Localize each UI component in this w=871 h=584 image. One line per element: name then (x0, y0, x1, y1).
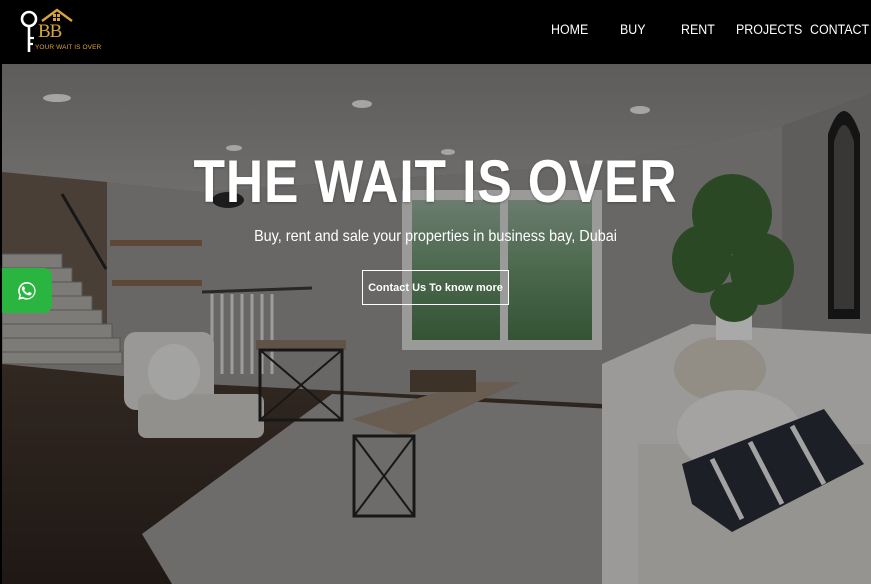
nav-contact[interactable]: CONTACT (810, 22, 869, 37)
top-navbar: BB YOUR WAIT IS OVER HOME BUY RENT PROJE… (0, 0, 871, 64)
contact-cta-button[interactable]: Contact Us To know more (362, 270, 509, 305)
hero-dark-overlay (2, 64, 871, 584)
brand-logo[interactable]: BB YOUR WAIT IS OVER (20, 8, 104, 56)
logo-tagline: YOUR WAIT IS OVER (35, 44, 102, 51)
whatsapp-icon (18, 281, 36, 300)
hero-subtitle: Buy, rent and sale your properties in bu… (254, 228, 617, 245)
nav-buy[interactable]: BUY (620, 22, 646, 37)
hero-banner (2, 64, 871, 584)
logo-initials: BB (38, 21, 62, 42)
hero-title: THE WAIT IS OVER (193, 148, 678, 215)
nav-projects[interactable]: PROJECTS (736, 22, 802, 37)
nav-home[interactable]: HOME (551, 22, 588, 37)
nav-rent[interactable]: RENT (681, 22, 715, 37)
whatsapp-chat-button[interactable] (2, 268, 52, 313)
